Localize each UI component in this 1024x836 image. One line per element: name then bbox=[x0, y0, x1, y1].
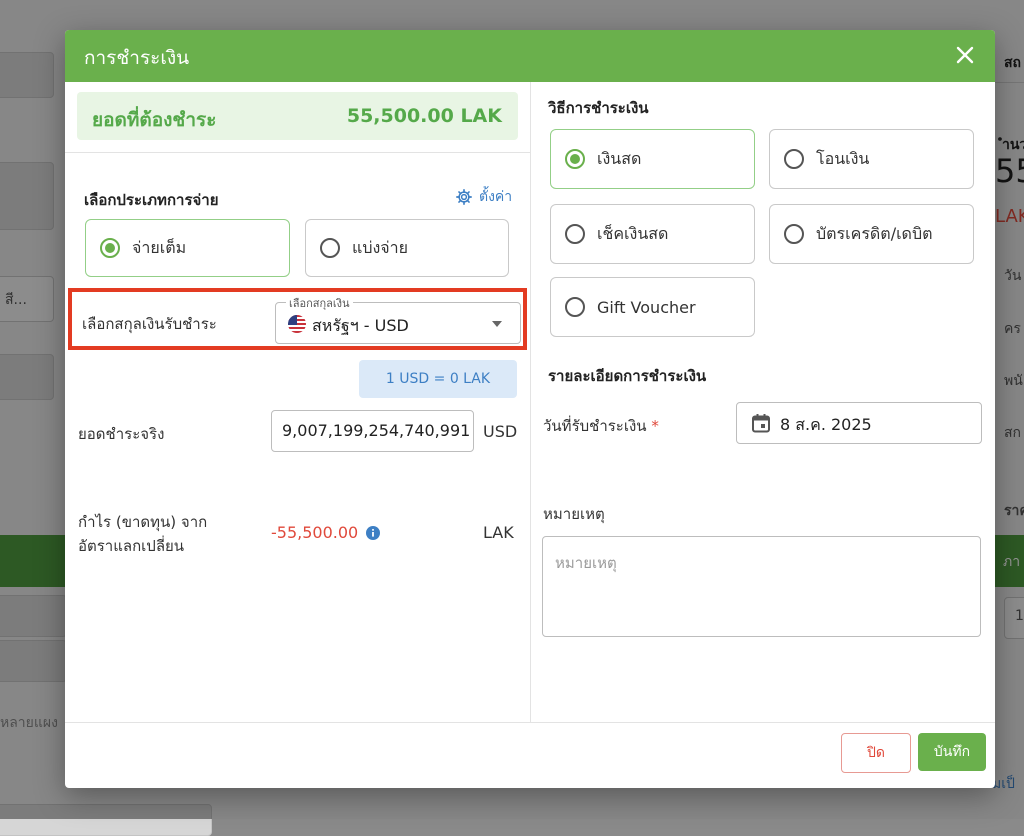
currency-select-value: สหรัฐฯ - USD bbox=[312, 316, 409, 335]
payment-method-title: วิธีการชำระเงิน bbox=[548, 99, 649, 117]
total-due-box: ยอดที่ต้องชำระ 55,500.00 LAK bbox=[77, 92, 518, 140]
modal-header: การชำระเงิน bbox=[65, 30, 995, 82]
divider bbox=[65, 152, 530, 153]
modal-footer: ปิด บันทึก bbox=[65, 722, 995, 788]
payment-details-title: รายละเอียดการชำระเงิน bbox=[548, 367, 707, 385]
radio-unchecked-icon bbox=[784, 224, 804, 244]
actual-amount-input[interactable]: 9,007,199,254,740,991 bbox=[271, 410, 474, 452]
right-column: วิธีการชำระเงิน เงินสด โอนเงิน เช็คเงินส… bbox=[531, 82, 995, 722]
method-cheque[interactable]: เช็คเงินสด bbox=[550, 204, 755, 264]
method-cash[interactable]: เงินสด bbox=[550, 129, 755, 189]
save-button[interactable]: บันทึก bbox=[918, 733, 986, 771]
us-flag-icon bbox=[288, 315, 306, 333]
settings-link[interactable]: ตั้งค่า bbox=[455, 186, 512, 208]
payment-date-label: วันที่รับชำระเงิน * bbox=[543, 414, 659, 438]
profit-value: -55,500.00 bbox=[271, 523, 359, 542]
currency-row-highlight: เลือกสกุลเงินรับชำระ เลือกสกุลเงิน สหรัฐ… bbox=[68, 288, 527, 350]
radio-checked-icon bbox=[100, 238, 120, 258]
radio-unchecked-icon bbox=[565, 297, 585, 317]
profit-value-group: -55,500.00 bbox=[271, 523, 381, 542]
method-card-label: บัตรเครดิต/เดบิต bbox=[816, 223, 933, 243]
settings-label: ตั้งค่า bbox=[479, 189, 513, 205]
currency-row-label: เลือกสกุลเงินรับชำระ bbox=[82, 315, 217, 333]
close-button[interactable]: ปิด bbox=[841, 733, 911, 773]
radio-unchecked-icon bbox=[784, 149, 804, 169]
currency-floating-label: เลือกสกุลเงิน bbox=[286, 294, 353, 312]
payment-type-full[interactable]: จ่ายเต็ม bbox=[85, 219, 290, 277]
payment-date-input[interactable]: 8 ส.ค. 2025 bbox=[736, 402, 982, 444]
close-icon[interactable] bbox=[953, 43, 977, 67]
method-transfer[interactable]: โอนเงิน bbox=[769, 129, 974, 189]
note-textarea[interactable] bbox=[542, 536, 981, 637]
method-cash-label: เงินสด bbox=[597, 148, 642, 168]
chevron-down-icon bbox=[492, 321, 502, 327]
radio-unchecked-icon bbox=[320, 238, 340, 258]
radio-unchecked-icon bbox=[565, 224, 585, 244]
radio-checked-icon bbox=[565, 149, 585, 169]
modal-title: การชำระเงิน bbox=[84, 47, 190, 69]
payment-date-label-text: วันที่รับชำระเงิน bbox=[543, 417, 647, 435]
info-icon[interactable] bbox=[366, 525, 381, 540]
payment-type-split-label: แบ่งจ่าย bbox=[352, 237, 409, 257]
payment-type-full-label: จ่ายเต็ม bbox=[132, 237, 187, 257]
method-gift-voucher-label: Gift Voucher bbox=[597, 297, 696, 317]
actual-amount-unit: USD bbox=[483, 422, 518, 441]
method-gift-voucher[interactable]: Gift Voucher bbox=[550, 277, 755, 337]
profit-unit: LAK bbox=[483, 523, 514, 542]
payment-modal: การชำระเงิน ยอดที่ต้องชำระ 55,500.00 LAK… bbox=[65, 30, 995, 788]
currency-select[interactable]: เลือกสกุลเงิน สหรัฐฯ - USD bbox=[275, 294, 521, 344]
method-cheque-label: เช็คเงินสด bbox=[597, 223, 669, 243]
payment-type-title: เลือกประเภทการจ่าย bbox=[84, 191, 219, 209]
calendar-icon bbox=[752, 414, 770, 433]
total-due-label: ยอดที่ต้องชำระ bbox=[92, 109, 217, 131]
payment-date-value: 8 ส.ค. 2025 bbox=[780, 415, 872, 434]
method-transfer-label: โอนเงิน bbox=[816, 148, 870, 168]
profit-label-line1: กำไร (ขาดทุน) จาก bbox=[78, 513, 208, 531]
exchange-rate-badge: 1 USD = 0 LAK bbox=[359, 360, 517, 398]
note-label: หมายเหตุ bbox=[543, 505, 605, 523]
left-column: ยอดที่ต้องชำระ 55,500.00 LAK เลือกประเภท… bbox=[65, 82, 531, 722]
payment-type-split[interactable]: แบ่งจ่าย bbox=[305, 219, 509, 277]
actual-amount-label: ยอดชำระจริง bbox=[78, 425, 165, 443]
method-card[interactable]: บัตรเครดิต/เดบิต bbox=[769, 204, 974, 264]
total-due-value: 55,500.00 LAK bbox=[346, 105, 502, 127]
profit-label-line2: อัตราแลกเปลี่ยน bbox=[78, 537, 185, 555]
gear-icon bbox=[456, 189, 472, 205]
required-marker: * bbox=[651, 417, 659, 435]
